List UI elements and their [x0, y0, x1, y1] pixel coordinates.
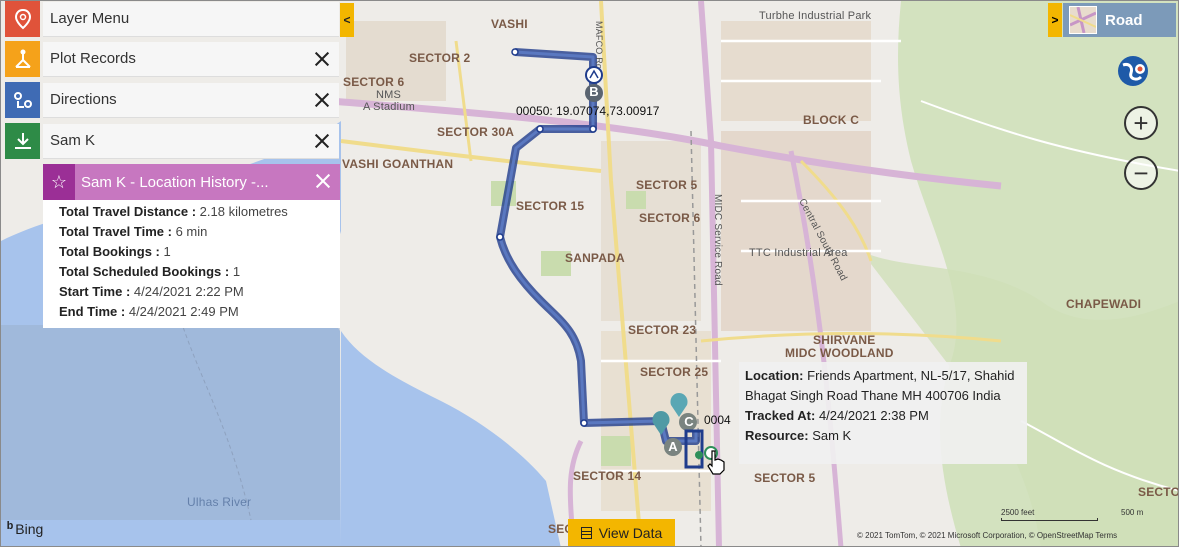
map-label-chapewadi: CHAPEWADI	[1066, 297, 1142, 311]
stat-end: End Time : 4/24/2021 2:49 PM	[59, 304, 239, 319]
download-icon[interactable]	[5, 123, 40, 159]
map-label-midc-service-road: MIDC Service Road	[712, 194, 723, 286]
layer-menu-row[interactable]: Layer Menu	[5, 1, 339, 37]
marker-a-letter: A	[668, 439, 678, 454]
road-thumbnail-icon	[1069, 6, 1097, 34]
tooltip-tracked-value: 4/24/2021 2:38 PM	[818, 408, 929, 423]
stat-scheduled: Total Scheduled Bookings : 1	[59, 264, 241, 279]
hand-cursor-icon	[707, 450, 725, 475]
collapse-left-button[interactable]: <	[340, 3, 354, 37]
map-attribution[interactable]: © 2021 TomTom, © 2021 Microsoft Corporat…	[857, 531, 1117, 540]
map-label-sector-6b: SECTOR 6	[639, 211, 701, 225]
location-history-title: Sam K - Location History -...	[81, 173, 269, 191]
marker-b-coords: 00050: 19.07074,73.00917	[516, 104, 660, 118]
map-label-sector-25: SECTOR 25	[640, 365, 709, 379]
zoom-out-button[interactable]: −	[1124, 156, 1158, 190]
tooltip-tracked-label: Tracked At:	[745, 408, 816, 423]
resource-label[interactable]: Sam K	[43, 123, 339, 159]
tooltip-resource-value: Sam K	[812, 428, 852, 443]
map-canvas[interactable]: VASHI SECTOR 2 SECTOR 6 NMS A Stadium SE…	[0, 0, 1179, 547]
tooltip-location-label: Location:	[745, 368, 804, 383]
map-label-sector-30a: SECTOR 30A	[437, 125, 515, 139]
map-label-vashi-goanthan: VASHI GOANTHAN	[342, 157, 454, 171]
plot-records-row[interactable]: Plot Records	[5, 41, 339, 77]
plot-records-text: Plot Records	[50, 50, 136, 67]
view-data-label: View Data	[598, 525, 663, 541]
stat-distance: Total Travel Distance : 2.18 kilometres	[59, 204, 288, 219]
map-label-nms: NMS	[376, 89, 402, 101]
location-history-panel: ☆ Sam K - Location History -... Total Tr…	[43, 164, 340, 328]
location-history-stats: Total Travel Distance : 2.18 kilometres …	[43, 200, 340, 328]
bing-b-icon: ᵇ	[7, 520, 14, 537]
resource-text: Sam K	[50, 132, 96, 149]
view-data-button[interactable]: View Data	[568, 519, 675, 546]
marker-b-letter: B	[589, 84, 599, 99]
close-plot-records-icon[interactable]	[313, 50, 331, 68]
panel-shade	[1, 325, 340, 520]
close-directions-icon[interactable]	[313, 91, 331, 109]
map-label-turbhe: Turbhe Industrial Park	[759, 10, 872, 22]
scale-feet: 2500 feet	[1001, 508, 1098, 521]
stat-bookings: Total Bookings : 1	[59, 244, 171, 259]
directions-text: Directions	[50, 91, 117, 108]
map-label-sector-5a: SECTOR 5	[636, 178, 698, 192]
locate-globe-icon[interactable]	[1115, 53, 1153, 89]
map-label-block-c: BLOCK C	[803, 113, 860, 127]
map-label-sector-6: SECTOR 6	[343, 75, 405, 89]
bing-text: Bing	[15, 521, 44, 537]
scale-meters: 500 m	[1121, 508, 1144, 517]
marker-c-letter: C	[684, 414, 694, 429]
map-style-label: Road	[1105, 11, 1143, 29]
map-label-shirvane: SHIRVANE	[813, 333, 876, 347]
layer-pin-icon[interactable]	[5, 1, 40, 37]
map-label-sanpada: SANPADA	[565, 251, 625, 265]
directions-icon[interactable]	[5, 82, 40, 118]
directions-label[interactable]: Directions	[43, 82, 339, 118]
star-icon: ☆	[43, 164, 75, 200]
location-tooltip: Location: Friends Apartment, NL-5/17, Sh…	[739, 362, 1027, 464]
directions-row[interactable]: Directions	[5, 82, 339, 118]
location-history-header[interactable]: ☆ Sam K - Location History -...	[43, 164, 340, 200]
map-label-stadium: A Stadium	[363, 101, 415, 113]
bing-logo: ᵇ Bing	[7, 520, 43, 538]
close-history-icon[interactable]	[314, 172, 332, 190]
map-label-sector-14: SECTOR 14	[573, 469, 642, 483]
tooltip-resource-label: Resource:	[745, 428, 809, 443]
map-label-vashi: VASHI	[491, 17, 528, 31]
map-label-sector-5b: SECTOR 5	[754, 471, 816, 485]
layer-menu-label[interactable]: Layer Menu	[43, 1, 339, 37]
zoom-in-button[interactable]: +	[1124, 106, 1158, 140]
map-label-sector-23: SECTOR 23	[628, 323, 697, 337]
resource-row[interactable]: Sam K	[5, 123, 339, 159]
marker-c-coords: 0004	[704, 413, 731, 427]
table-icon	[580, 527, 592, 539]
plot-records-label[interactable]: Plot Records	[43, 41, 339, 77]
map-label-sector-15: SECTOR 15	[516, 199, 585, 213]
stat-time: Total Travel Time : 6 min	[59, 224, 208, 239]
stat-start: Start Time : 4/24/2021 2:22 PM	[59, 284, 244, 299]
close-resource-icon[interactable]	[313, 132, 331, 150]
map-label-sector-right: SECTO	[1138, 485, 1179, 499]
map-label-sector-2: SECTOR 2	[409, 51, 471, 65]
map-style-button[interactable]: Road	[1063, 3, 1176, 37]
collapse-right-button[interactable]: >	[1048, 3, 1062, 37]
plot-records-icon[interactable]	[5, 41, 40, 77]
map-label-midc-woodland: MIDC WOODLAND	[785, 346, 894, 360]
